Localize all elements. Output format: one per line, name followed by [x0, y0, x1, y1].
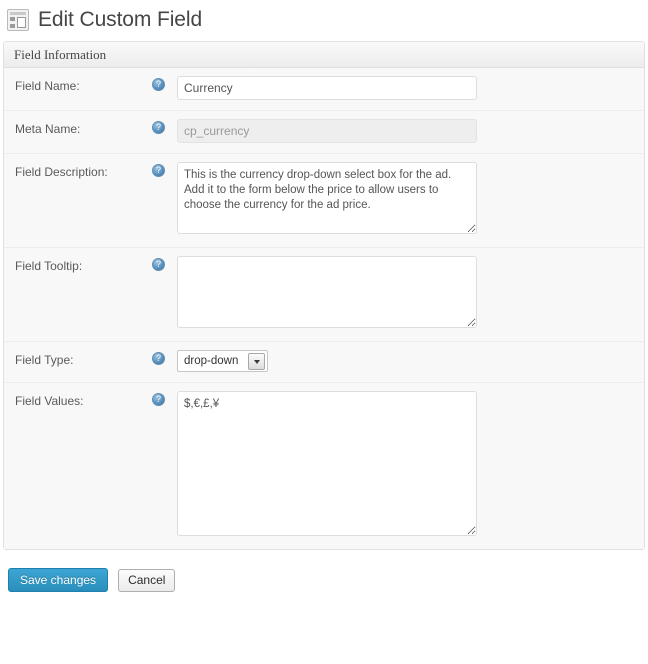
form-row-field-description: Field Description: — [4, 154, 644, 248]
label-field-tooltip: Field Tooltip: — [15, 259, 83, 273]
chevron-down-icon[interactable] — [248, 352, 266, 370]
field-type-select[interactable]: drop-down — [177, 350, 269, 372]
page-header: Edit Custom Field — [0, 0, 648, 34]
form-actions: Save changes Cancel — [0, 550, 648, 592]
help-question-icon[interactable] — [152, 352, 165, 365]
help-cell-meta-name — [152, 111, 177, 134]
save-changes-button[interactable]: Save changes — [8, 568, 109, 592]
meta-name-input — [177, 119, 477, 143]
form-row-field-tooltip: Field Tooltip: — [4, 248, 644, 342]
form-row-field-name: Field Name: — [4, 68, 644, 111]
help-cell-field-name — [152, 68, 177, 91]
label-field-type: Field Type: — [15, 353, 74, 367]
cancel-button[interactable]: Cancel — [118, 568, 176, 592]
help-question-icon[interactable] — [152, 393, 165, 406]
control-field-values — [177, 383, 644, 549]
control-field-description — [177, 154, 644, 247]
control-field-type: drop-down — [177, 342, 644, 382]
field-information-panel: Field Information Field Name: Meta Name:… — [3, 41, 645, 550]
label-field-values: Field Values: — [15, 394, 84, 408]
help-cell-field-tooltip — [152, 248, 177, 271]
control-field-tooltip — [177, 248, 644, 341]
label-meta-name: Meta Name: — [15, 122, 81, 136]
form-row-field-type: Field Type: drop-down — [4, 342, 644, 383]
control-field-name — [177, 68, 644, 110]
help-question-icon[interactable] — [152, 121, 165, 134]
help-question-icon[interactable] — [152, 258, 165, 271]
help-question-icon[interactable] — [152, 164, 165, 177]
help-cell-field-values — [152, 383, 177, 406]
label-field-description: Field Description: — [15, 165, 108, 179]
control-meta-name — [177, 111, 644, 153]
form-row-meta-name: Meta Name: — [4, 111, 644, 154]
help-question-icon[interactable] — [152, 78, 165, 91]
panel-title: Field Information — [4, 42, 644, 68]
field-tooltip-textarea[interactable] — [177, 256, 477, 328]
form-row-field-values: Field Values: — [4, 383, 644, 549]
field-values-textarea[interactable] — [177, 391, 477, 536]
help-cell-field-description — [152, 154, 177, 177]
help-cell-field-type — [152, 342, 177, 365]
field-type-selected-value: drop-down — [184, 355, 239, 367]
page-title: Edit Custom Field — [38, 8, 203, 31]
field-name-input[interactable] — [177, 76, 477, 100]
screen-layout-icon — [7, 9, 29, 31]
label-field-name: Field Name: — [15, 79, 80, 93]
field-description-textarea[interactable] — [177, 162, 477, 234]
